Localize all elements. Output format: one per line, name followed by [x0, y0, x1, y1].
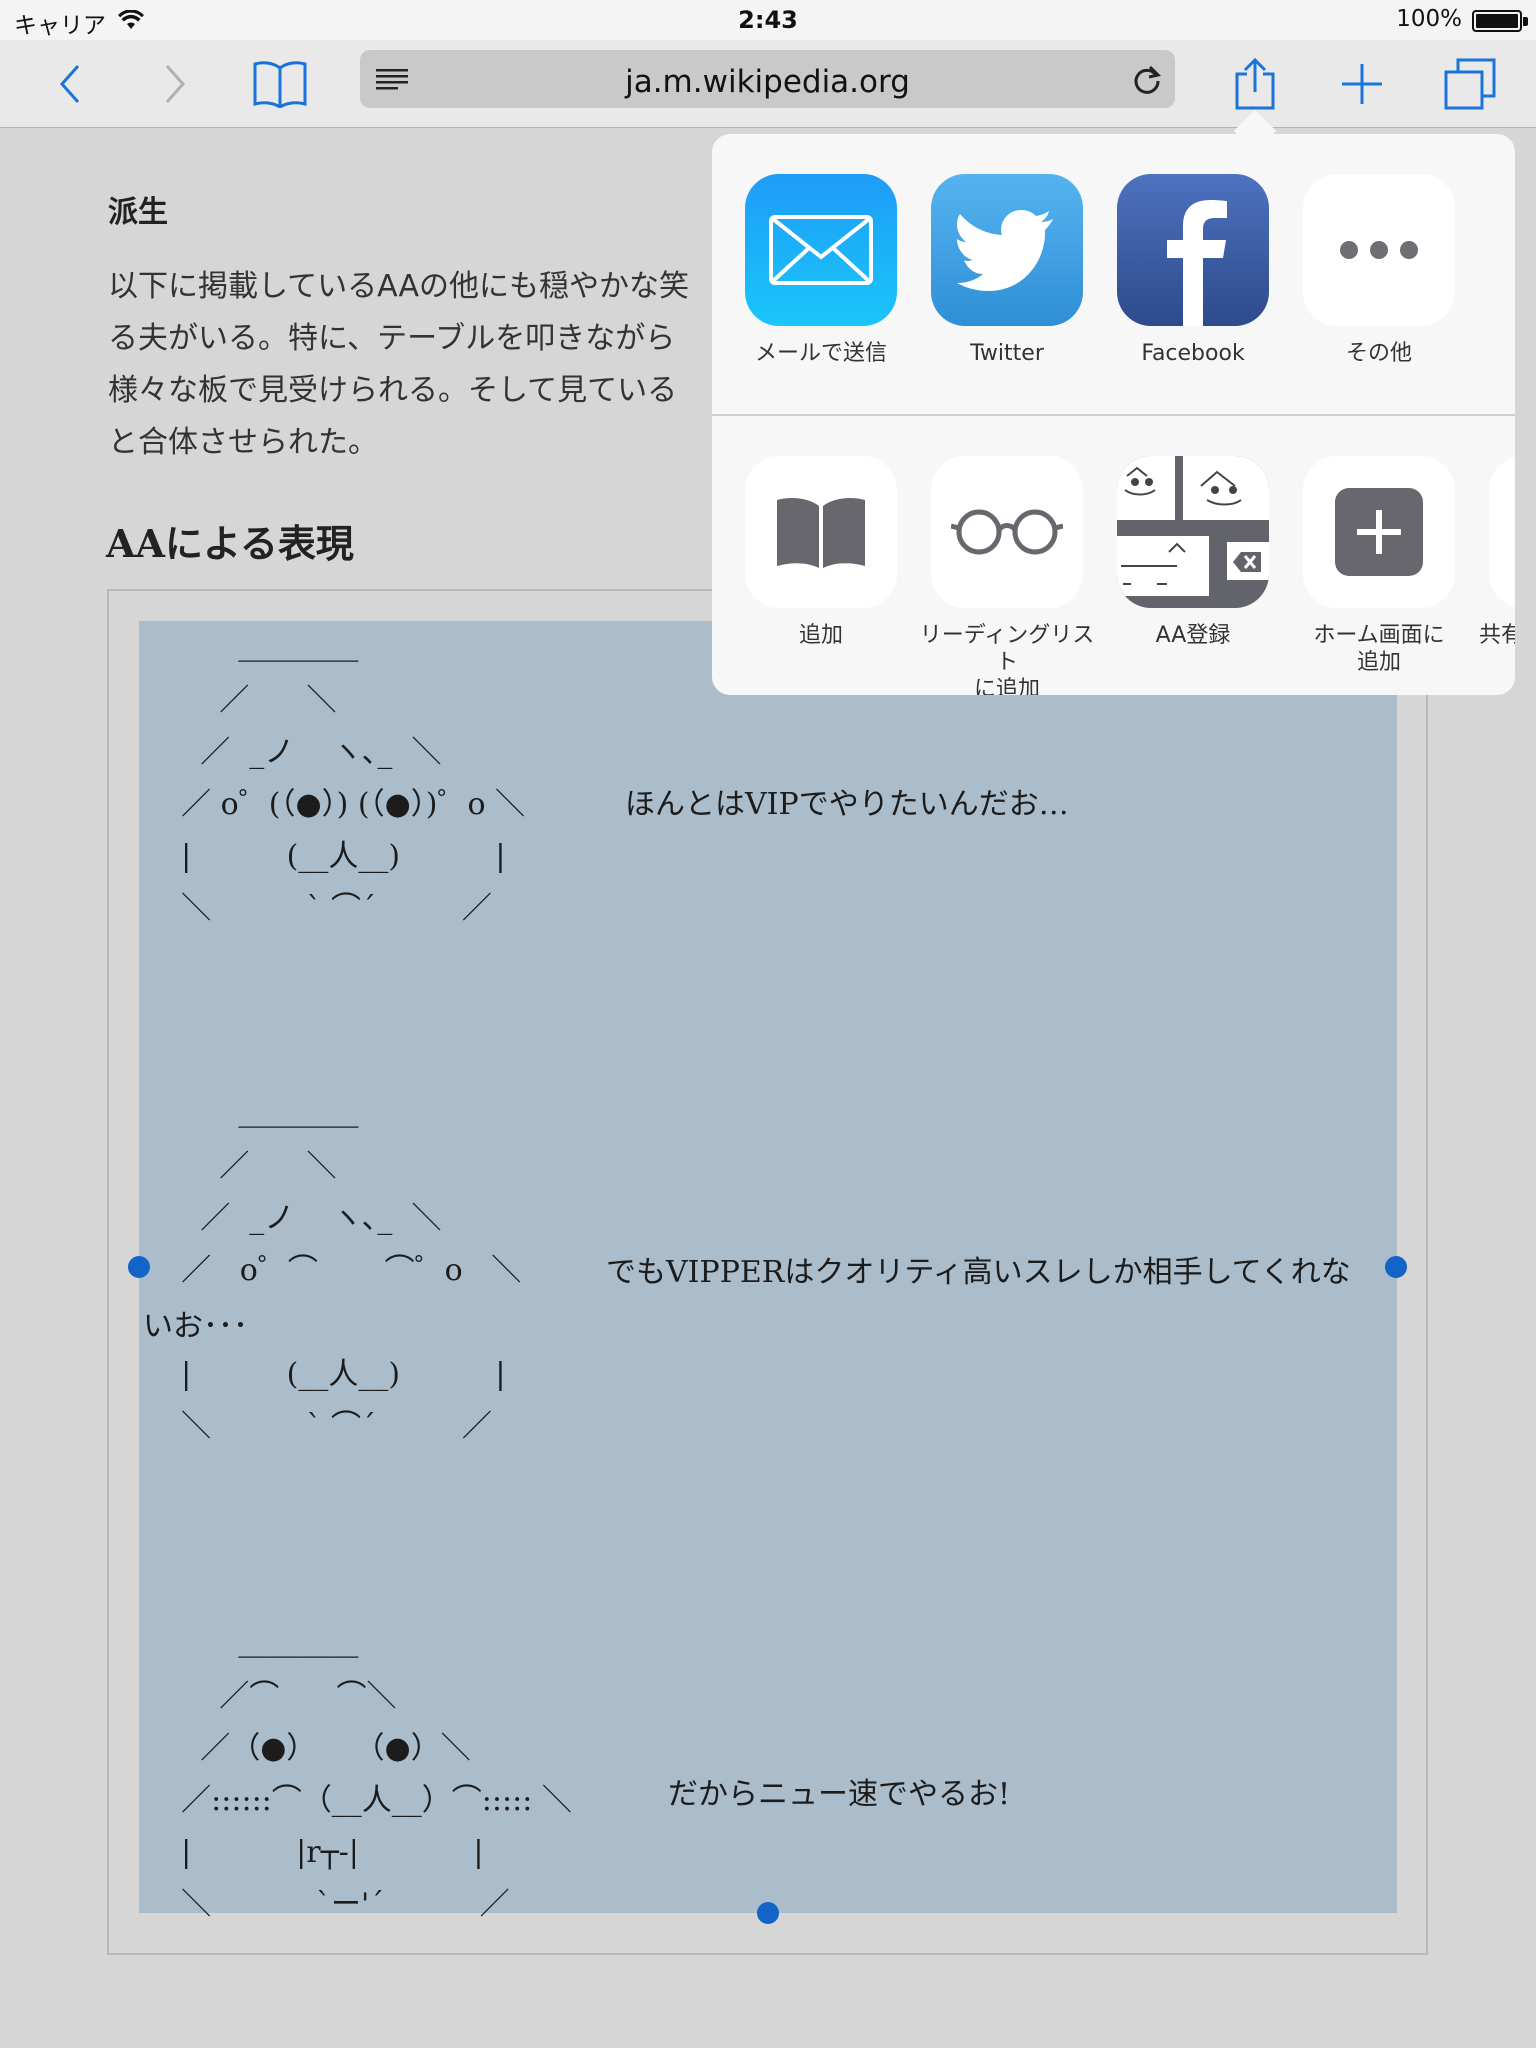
share-label: 共有: [1479, 623, 1515, 648]
paragraph-line: 以下に掲載しているAAの他にも穏やかな笑: [108, 269, 689, 304]
share-label: メールで送信: [754, 341, 887, 366]
reload-icon[interactable]: [1131, 63, 1163, 95]
browser-toolbar: ja.m.wikipedia.org: [0, 40, 1536, 128]
ascii-art-block: ＿＿＿＿ ／⌒ ⌒＼ ／（●） （●）＼ ／::::::⌒（__人__）⌒:::…: [181, 1627, 572, 1922]
share-label: ホーム画面に 追加: [1313, 623, 1445, 675]
selection-handle-bottom[interactable]: [757, 1902, 779, 1924]
status-bar: キャリア 2:43 100%: [0, 0, 1536, 40]
glasses-icon: [931, 456, 1083, 608]
share-label: Facebook: [1141, 341, 1245, 366]
tabs-button[interactable]: [1440, 40, 1500, 128]
url-text: ja.m.wikipedia.org: [625, 64, 910, 100]
ascii-art-block: ＿＿＿＿ ／ ＼ ／ _ノ ヽ､_ ＼ ／ o゜⌒ ⌒゜o ＼: [181, 1097, 522, 1288]
book-icon: [745, 456, 897, 608]
paragraph-line: 様々な板で見受けられる。そして見ている: [108, 373, 678, 408]
ascii-art-block: | (__人__) | ＼ ` ⌒´ ／: [181, 1357, 506, 1444]
share-divider: [712, 414, 1515, 416]
twitter-icon: [931, 174, 1083, 326]
battery-percent: 100%: [1396, 6, 1462, 32]
facebook-icon: [1117, 174, 1269, 326]
paragraph-line: る夫がいる。特に、テーブルを叩きながら: [108, 321, 676, 356]
selection-handle-right[interactable]: [1385, 1256, 1407, 1278]
share-label: 追加: [798, 623, 843, 648]
address-bar[interactable]: ja.m.wikipedia.org: [360, 50, 1175, 108]
back-button[interactable]: [40, 40, 100, 128]
selection-handle-left[interactable]: [128, 1256, 150, 1278]
mail-icon: [745, 174, 897, 326]
share-label: その他: [1345, 341, 1412, 366]
forward-button[interactable]: [145, 40, 205, 128]
chevron-right-icon: [165, 65, 186, 103]
aa-section-heading: AAによる表現: [106, 521, 354, 566]
share-label: Twitter: [970, 341, 1044, 366]
aa-caption: でもVIPPERはクオリティ高いスレしか相手してくれな: [606, 1255, 1351, 1290]
battery-nub: [1523, 17, 1528, 26]
plus-icon: [1342, 64, 1382, 104]
aa-keyboard-icon: [1117, 456, 1269, 608]
aa-caption: ほんとはVIPでやりたいんだお…: [625, 787, 1069, 822]
aa-caption: だからニュー速でやるお!: [668, 1777, 1011, 1812]
share-label: リーディングリスト に追加: [919, 623, 1095, 695]
battery-icon: [1472, 10, 1522, 32]
share-label: AA登録: [1155, 623, 1231, 648]
plus-icon: [1303, 456, 1455, 608]
article-paragraph: 以下に掲載しているAAの他にも穏やかな笑 る夫がいる。特に、テーブルを叩きながら…: [108, 261, 728, 469]
paragraph-line: と合体させられた。: [108, 425, 378, 460]
share-extension-icon: [1489, 456, 1515, 608]
bookmarks-button[interactable]: [245, 40, 315, 128]
tabs-icon: [1444, 58, 1496, 110]
section-heading: 派生: [108, 195, 168, 230]
clock: 2:43: [738, 6, 798, 34]
share-sheet: メールで送信 Twitter Facebook その他 追加 リーディングリスト…: [712, 134, 1515, 695]
share-icon: [1235, 58, 1275, 110]
chevron-left-icon: [59, 65, 80, 103]
more-icon: [1303, 174, 1455, 326]
ascii-art-block: ＿＿＿＿ ／ ＼ ／ _ノ ヽ､_ ＼ ／ o゜(（●）) (（●）)゜o ＼ …: [181, 631, 526, 926]
aa-caption-continued: いお･･･: [143, 1309, 248, 1344]
new-tab-button[interactable]: [1332, 40, 1392, 128]
book-icon: [253, 61, 307, 108]
